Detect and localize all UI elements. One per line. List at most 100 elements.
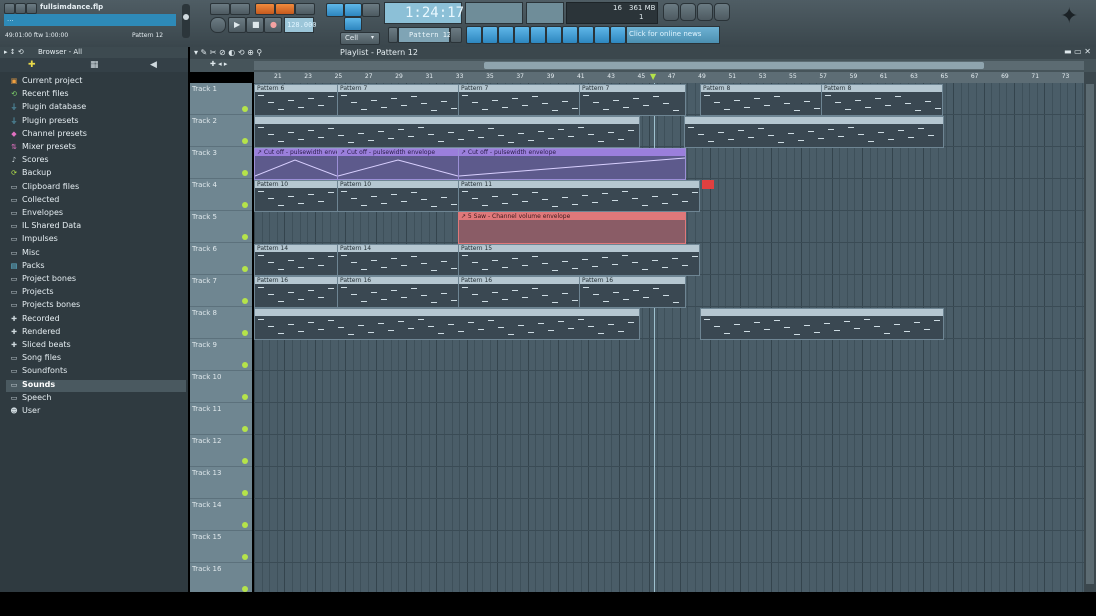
browser-item[interactable]: ✚ Sliced beats <box>10 340 71 352</box>
browser-item[interactable]: ▭ Misc <box>10 248 40 260</box>
browser-item[interactable]: ▭ Projects bones <box>10 300 81 312</box>
browser-item[interactable]: ▭ Collected <box>10 195 60 207</box>
piano-roll-button[interactable] <box>498 26 514 44</box>
browser-item[interactable]: ▭ Clipboard files <box>10 182 79 194</box>
browser-item[interactable]: ⟲ Recent files <box>10 89 68 101</box>
mixer-window-button[interactable] <box>530 26 546 44</box>
track-enable-led[interactable] <box>242 202 248 208</box>
view-menu-button[interactable] <box>26 3 37 14</box>
tempo-tapper-button[interactable] <box>578 26 594 44</box>
track-name[interactable]: Track 7 <box>192 277 217 285</box>
track-enable-led[interactable] <box>242 362 248 368</box>
browser-item[interactable]: ▭ Envelopes <box>10 208 63 220</box>
pattern-clip[interactable]: Pattern 16 <box>254 276 338 308</box>
folder-view-icon[interactable]: ▦ <box>90 60 99 70</box>
typing-keyboard-button[interactable] <box>362 3 380 17</box>
step-edit-button[interactable] <box>326 3 344 17</box>
pattern-prev-button[interactable] <box>388 27 398 43</box>
browser-item[interactable]: ▭ Soundfonts <box>10 366 68 378</box>
browser-window-button[interactable] <box>514 26 530 44</box>
pattern-clip[interactable]: Pattern 7 <box>579 84 686 116</box>
pattern-clip[interactable]: Pattern 15 <box>458 244 700 276</box>
channel-settings-button[interactable] <box>546 26 562 44</box>
automation-clip[interactable]: ↗ 5 Saw - Channel volume envelope <box>458 212 686 244</box>
track-enable-led[interactable] <box>242 234 248 240</box>
stop-button[interactable]: ■ <box>246 17 264 33</box>
project-info-button[interactable] <box>610 26 626 44</box>
browser-item[interactable]: ♪ Scores <box>10 155 49 167</box>
song-position-display[interactable]: 1:24:17 <box>384 2 464 24</box>
edit-menu-button[interactable] <box>15 3 26 14</box>
playlist-tools-icon[interactable]: ▾ ✎ ✂ ⊘ ◐ ⟲ ⊕ ⚲ <box>194 48 262 57</box>
track-name[interactable]: Track 8 <box>192 309 217 317</box>
snap-selector[interactable]: Cell ▾ <box>340 32 380 45</box>
smart-disable-button[interactable] <box>663 3 679 21</box>
song-pattern-toggle[interactable] <box>210 17 226 33</box>
browser-item[interactable]: ▭ Sounds <box>6 379 186 392</box>
pattern-selector[interactable]: Pattern 12 <box>398 27 451 43</box>
pattern-clip[interactable] <box>254 116 640 148</box>
window-controls-icon[interactable]: ▬ ▭ ✕ <box>1064 47 1091 56</box>
browser-item[interactable]: ⏚ Plugin database <box>10 102 87 114</box>
pattern-clip[interactable]: Pattern 14 <box>337 244 459 276</box>
pattern-clip[interactable]: Pattern 16 <box>579 276 686 308</box>
help-button[interactable] <box>714 3 730 21</box>
pattern-clip[interactable]: Pattern 7 <box>458 84 580 116</box>
pattern-add-button[interactable] <box>450 27 462 43</box>
track-name[interactable]: Track 5 <box>192 213 217 221</box>
track-enable-led[interactable] <box>242 266 248 272</box>
track-enable-led[interactable] <box>242 394 248 400</box>
browser-item[interactable]: ◆ Channel presets <box>10 129 87 141</box>
track-name[interactable]: Track 15 <box>192 533 221 541</box>
browser-item[interactable]: ▣ Current project <box>10 76 83 88</box>
pattern-clip[interactable]: Pattern 16 <box>458 276 580 308</box>
browser-item[interactable]: ▭ Speech <box>10 393 52 405</box>
track-name[interactable]: Track 13 <box>192 469 221 477</box>
pattern-clip[interactable] <box>700 308 944 340</box>
time-ruler[interactable]: 21 23 25 27 29 31 33 35 37 39 41 43 45 47 49 51 53 55 57 59… <box>254 72 1084 83</box>
track-enable-led[interactable] <box>242 138 248 144</box>
track-enable-led[interactable] <box>242 298 248 304</box>
playlist-grid[interactable]: Pattern 6 Pattern 7 Pattern 7 Pattern 7 Patt… <box>254 83 1084 592</box>
plugin-picker-button[interactable] <box>562 26 578 44</box>
record-settings-button[interactable] <box>255 3 275 15</box>
playlist-window-button[interactable] <box>466 26 482 44</box>
online-news-button[interactable]: Click for online news <box>626 26 720 44</box>
track-name[interactable]: Track 6 <box>192 245 217 253</box>
tools-button[interactable] <box>680 3 696 21</box>
multilink-button[interactable] <box>344 17 362 31</box>
browser-item[interactable]: ⟳ Backup <box>10 168 51 180</box>
automation-clip[interactable]: ↗ Cut off - pulsewidth envelope <box>458 148 686 180</box>
track-name[interactable]: Track 3 <box>192 149 217 157</box>
track-name[interactable]: Track 2 <box>192 117 217 125</box>
browser-item[interactable]: ▭ Song files <box>10 353 61 365</box>
browser-item[interactable]: ▤ Packs <box>10 261 45 273</box>
master-volume-slider[interactable] <box>182 4 190 38</box>
playlist-zoom-icon[interactable]: ✚ ◂ ▸ <box>210 60 227 68</box>
pattern-clip[interactable]: Pattern 11 <box>458 180 700 212</box>
track-name[interactable]: Track 14 <box>192 501 221 509</box>
track-name[interactable]: Track 12 <box>192 437 221 445</box>
browser-item[interactable]: ▭ IL Shared Data <box>10 221 81 233</box>
play-button[interactable]: ▶ <box>228 17 246 33</box>
playhead-marker-icon[interactable]: ▼ <box>650 72 658 81</box>
track-name[interactable]: Track 10 <box>192 373 221 381</box>
tempo-display[interactable]: 128.000 <box>284 17 317 33</box>
browser-options-icon[interactable]: ▸ ↕ ⟲ <box>4 48 24 56</box>
track-name[interactable]: Track 16 <box>192 565 221 573</box>
step-sequencer-button[interactable] <box>482 26 498 44</box>
file-menu-button[interactable] <box>4 3 15 14</box>
track-name[interactable]: Track 9 <box>192 341 217 349</box>
pattern-clip[interactable] <box>254 308 640 340</box>
track-enable-led[interactable] <box>242 458 248 464</box>
browser-item[interactable]: ▭ Projects <box>10 287 54 299</box>
pattern-clip[interactable]: Pattern 8 <box>700 84 822 116</box>
browser-item[interactable]: ⇅ Mixer presets <box>10 142 76 154</box>
audio-settings-button[interactable] <box>594 26 610 44</box>
pattern-clip[interactable]: Pattern 6 <box>254 84 338 116</box>
track-name[interactable]: Track 11 <box>192 405 221 413</box>
back-arrow-icon[interactable]: ✚ <box>28 60 36 70</box>
track-name[interactable]: Track 1 <box>192 85 217 93</box>
browser-item[interactable]: ☻ User <box>10 406 40 418</box>
pattern-clip[interactable] <box>684 116 944 148</box>
